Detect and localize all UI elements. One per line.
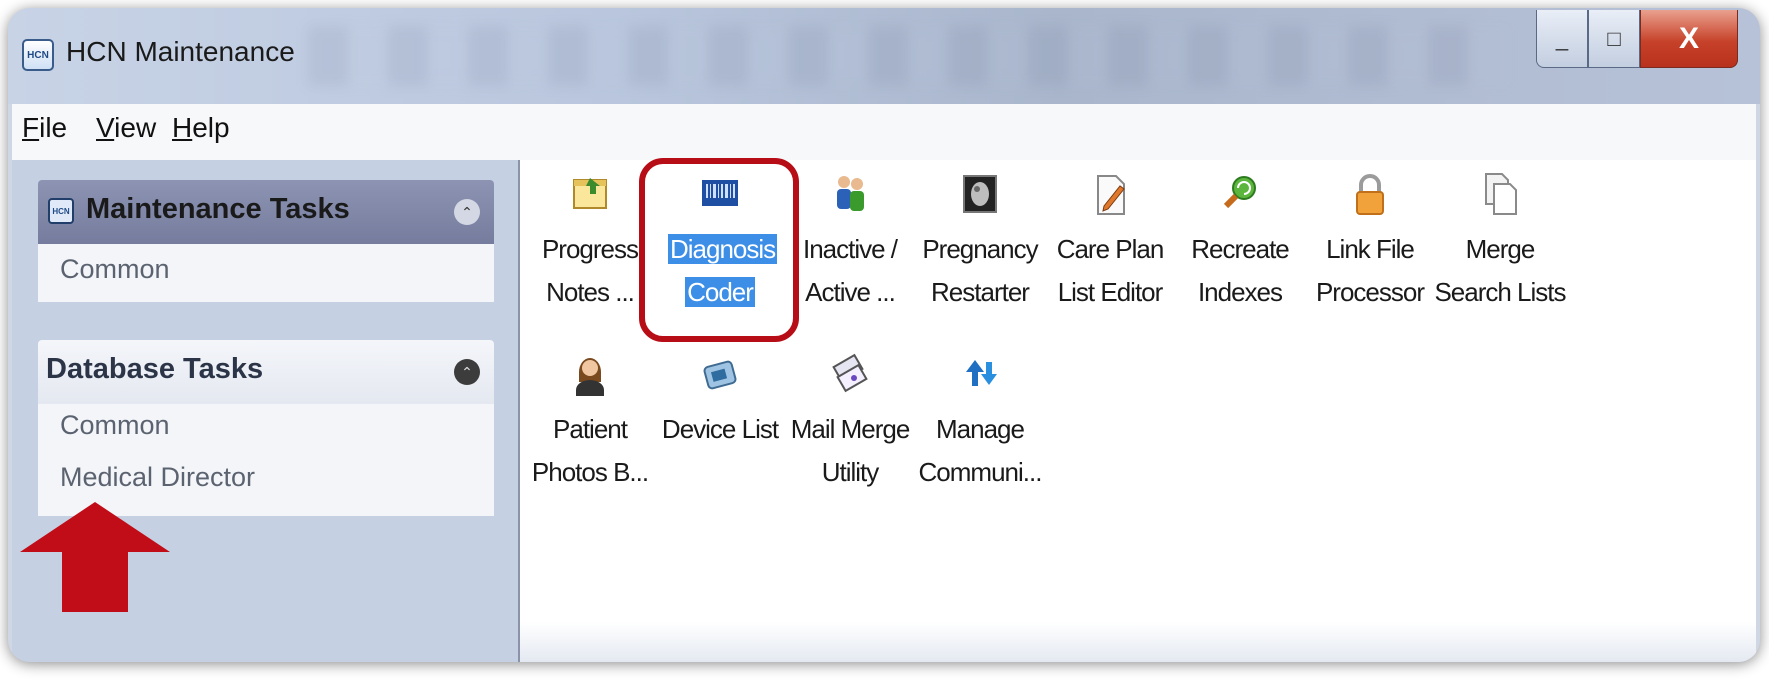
tile-label-line: Processor	[1315, 277, 1425, 307]
tile-label-line: Patient	[553, 414, 628, 444]
menu-help-accel: H	[172, 112, 193, 143]
tile-label-line: Search Lists	[1434, 277, 1566, 307]
task-tile[interactable]: Device List	[655, 340, 785, 510]
menu-view-accel: V	[96, 112, 115, 143]
mail-merge-icon	[830, 352, 870, 396]
tile-label-line: Device List	[661, 414, 779, 444]
window-title: HCN Maintenance	[66, 36, 295, 67]
red-arrow-pointer	[20, 502, 170, 612]
task-tile[interactable]: Diagnosis Coder	[655, 160, 785, 330]
maintenance-tasks-body: Common	[38, 244, 494, 302]
app-window: HCN HCN Maintenance _ □ X File View Help…	[8, 8, 1760, 662]
task-tile[interactable]: Patient Photos B...	[525, 340, 655, 510]
tile-label-line: Mail Merge	[790, 414, 911, 444]
task-tile-label: Progress Notes ...	[513, 228, 667, 314]
menu-file-label: ile	[39, 112, 68, 143]
lock-icon	[1350, 172, 1390, 216]
tile-label-line: Diagnosis	[668, 234, 778, 264]
close-button[interactable]: X	[1640, 10, 1738, 68]
notes-icon	[570, 172, 610, 216]
app-icon: HCN	[22, 39, 54, 71]
sync-arrows-icon	[960, 352, 1000, 396]
medical-director-link[interactable]: Medical Director	[60, 462, 255, 493]
barcode-icon	[700, 172, 740, 216]
task-tile[interactable]: Recreate Indexes	[1175, 160, 1305, 330]
tile-label-line: Inactive /	[802, 234, 898, 264]
database-common-link[interactable]: Common	[60, 410, 170, 441]
device-icon	[700, 352, 740, 396]
menu-bar: File View Help	[12, 104, 1756, 161]
task-tile-label: Diagnosis Coder	[668, 228, 778, 314]
collapse-icon[interactable]: ⌃	[454, 199, 480, 225]
people-icon	[830, 172, 870, 216]
tile-label-line: Utility	[821, 457, 880, 487]
tile-label-line: Recreate	[1191, 234, 1289, 264]
task-tile[interactable]: Pregnancy Restarter	[915, 160, 1045, 330]
hcn-icon: HCN	[48, 198, 74, 224]
database-tasks-header[interactable]: Database Tasks ⌃	[38, 340, 494, 404]
tile-label-line: Indexes	[1197, 277, 1283, 307]
menu-help-label: elp	[192, 112, 230, 143]
task-tile-label: Merge Search Lists	[1423, 228, 1577, 314]
menu-file[interactable]: File	[22, 112, 67, 144]
task-tile[interactable]: Manage Communi...	[915, 340, 1045, 510]
tile-label-line: Care Plan	[1056, 234, 1165, 264]
tile-label-line: Communi...	[918, 457, 1043, 487]
tile-label-line: Notes ...	[546, 277, 635, 307]
title-bar[interactable]: HCN HCN Maintenance _ □ X	[8, 8, 1760, 104]
tile-label-line: Active ...	[805, 277, 896, 307]
menu-view-label: iew	[114, 112, 157, 143]
menu-help[interactable]: Help	[172, 112, 230, 144]
tile-label-line: List Editor	[1057, 277, 1164, 307]
task-tile[interactable]: Care Plan List Editor	[1045, 160, 1175, 330]
tile-label-line: Progress	[541, 234, 639, 264]
menu-view[interactable]: View	[96, 112, 156, 144]
maximize-button[interactable]: □	[1588, 10, 1640, 68]
tile-label-line: Manage	[936, 414, 1025, 444]
refresh-search-icon	[1220, 172, 1260, 216]
task-tile[interactable]: Progress Notes ...	[525, 160, 655, 330]
bottom-fade	[520, 622, 1756, 662]
maintenance-common-link[interactable]: Common	[60, 254, 170, 285]
collapse-icon[interactable]: ⌃	[454, 359, 480, 385]
tile-label-line: Link File	[1326, 234, 1415, 264]
task-tile[interactable]: Inactive / Active ...	[785, 160, 915, 330]
tile-label-line: Photos B...	[531, 457, 649, 487]
edit-document-icon	[1090, 172, 1130, 216]
ultrasound-icon	[960, 172, 1000, 216]
task-tile-label: Manage Communi...	[903, 408, 1057, 494]
task-icons-pane: Progress Notes ... Diagnosis Coder Inactive …	[518, 158, 1756, 662]
tile-label-line: Pregnancy	[922, 234, 1038, 264]
maintenance-tasks-header[interactable]: HCN Maintenance Tasks ⌃	[38, 180, 494, 244]
tile-label-line: Merge	[1465, 234, 1536, 264]
task-tile[interactable]: Link File Processor	[1305, 160, 1435, 330]
task-tile[interactable]: Merge Search Lists	[1434, 160, 1567, 330]
tile-label-line: Coder	[685, 277, 755, 307]
maintenance-tasks-title: Maintenance Tasks	[86, 193, 350, 225]
database-tasks-body: Common Medical Director	[38, 404, 494, 516]
minimize-button[interactable]: _	[1536, 10, 1588, 68]
database-tasks-title: Database Tasks	[46, 353, 264, 385]
copy-documents-icon	[1480, 172, 1520, 216]
task-tile[interactable]: Mail Merge Utility	[785, 340, 915, 510]
tile-label-line: Restarter	[931, 277, 1030, 307]
person-photo-icon	[570, 352, 610, 396]
menu-file-accel: F	[22, 112, 40, 143]
